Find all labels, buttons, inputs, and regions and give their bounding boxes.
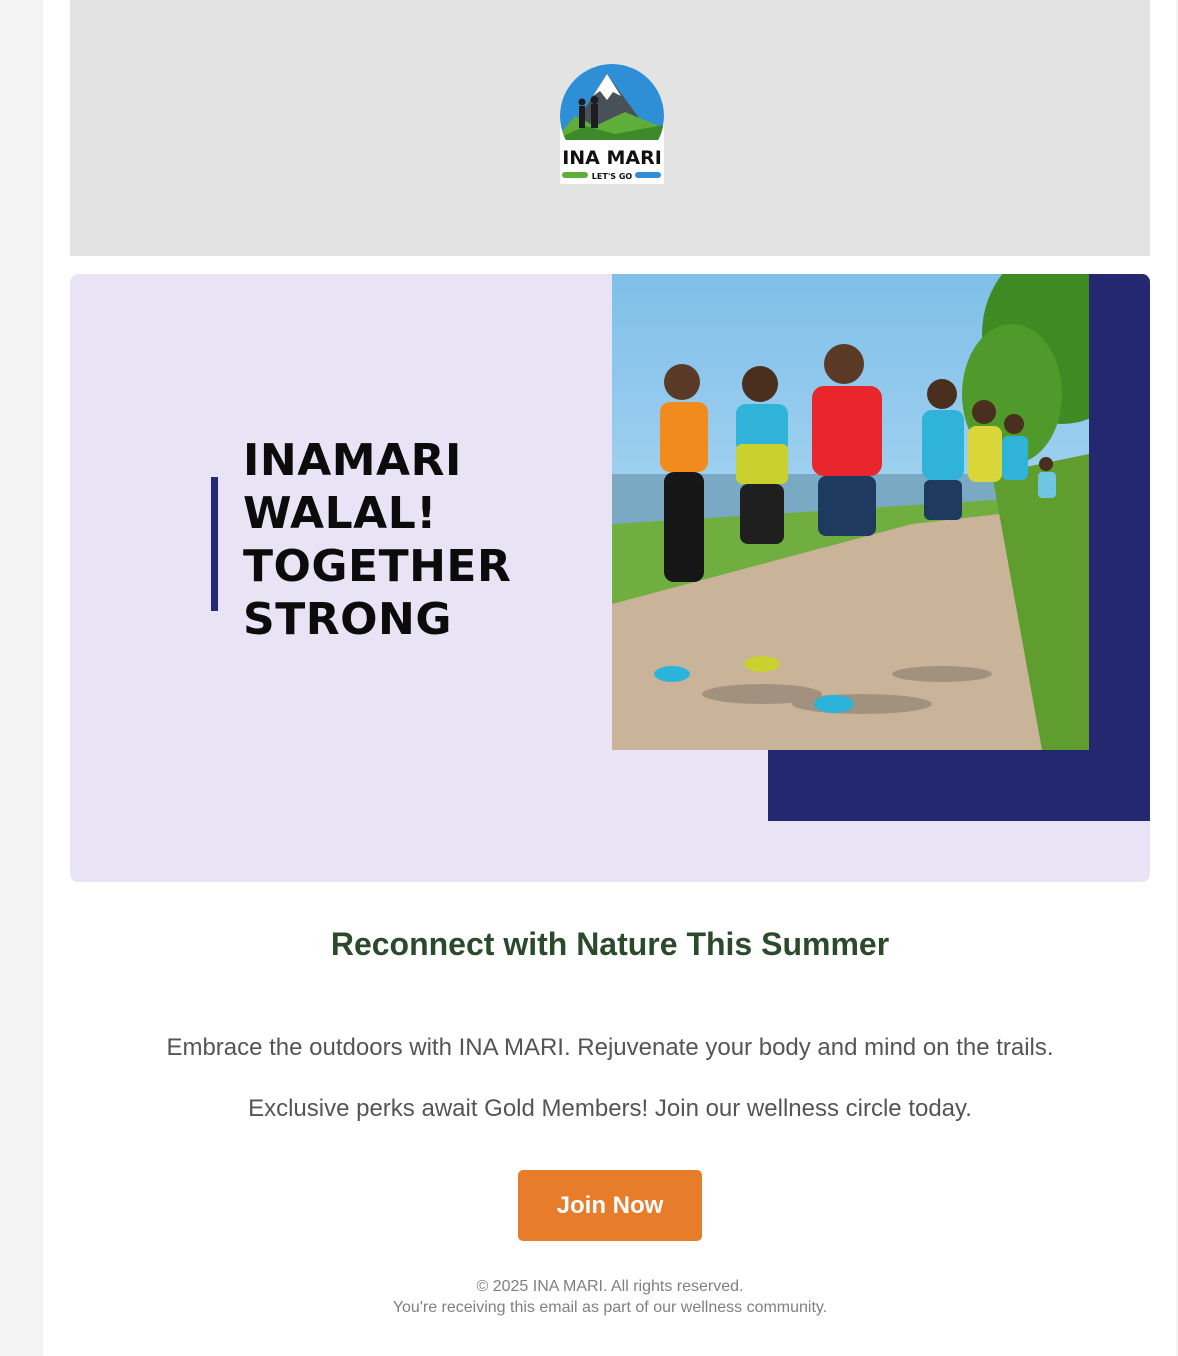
mountain-logo-icon: INA MARI LET'S GO [560, 64, 664, 184]
email-header: INA MARI LET'S GO [70, 0, 1150, 256]
logo-tagline: LET'S GO [592, 172, 633, 181]
brand-logo[interactable]: INA MARI LET'S GO [555, 60, 669, 186]
footer-copyright: © 2025 INA MARI. All rights reserved. [476, 1278, 744, 1295]
headline-line: WALAL! [243, 488, 437, 539]
hero-banner: INAMARI WALAL! TOGETHER STRONG [70, 274, 1150, 882]
perks-paragraph: Exclusive perks await Gold Members! Join… [248, 1095, 972, 1122]
hero-headline: INAMARI WALAL! TOGETHER STRONG [243, 434, 573, 646]
email-container: INA MARI LET'S GO INAMARI WALAL! TOGETHE… [43, 0, 1176, 1356]
join-now-button[interactable]: Join Now [518, 1170, 702, 1241]
headline-line: TOGETHER [243, 541, 512, 592]
headline-accent-bar [211, 477, 218, 611]
headline-line: STRONG [243, 594, 452, 645]
footer-note: You're receiving this email as part of o… [392, 1299, 828, 1316]
section-title: Reconnect with Nature This Summer [330, 926, 890, 962]
intro-paragraph: Embrace the outdoors with INA MARI. Reju… [166, 1034, 1054, 1061]
group-running-photo-icon [612, 274, 1089, 750]
hero-photo [612, 274, 1089, 750]
logo-wordmark: INA MARI [562, 147, 662, 169]
headline-line: INAMARI [243, 435, 462, 486]
